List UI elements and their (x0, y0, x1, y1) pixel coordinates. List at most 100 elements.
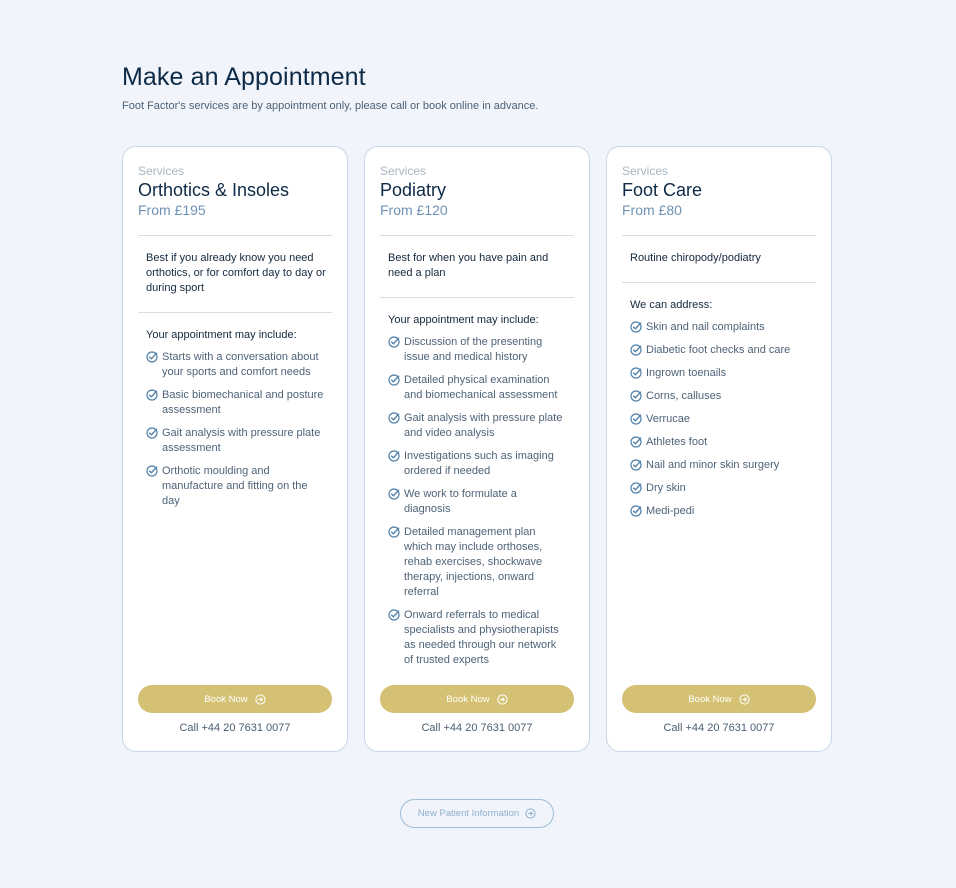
list-item: Dry skin (630, 481, 808, 496)
check-circle-icon (630, 459, 642, 471)
check-circle-icon (388, 526, 400, 538)
list-heading: Your appointment may include: (388, 314, 539, 326)
book-now-label: Book Now (204, 693, 248, 705)
check-circle-icon (388, 336, 400, 348)
check-circle-icon (388, 450, 400, 462)
check-circle-icon (630, 482, 642, 494)
list-item: Verrucae (630, 412, 808, 427)
list-item: Gait analysis with pressure plate and vi… (388, 411, 566, 441)
arrow-right-circle-icon (739, 693, 750, 705)
list-item-text: Medi-pedi (646, 505, 695, 517)
list-item-text: Verrucae (646, 413, 691, 425)
list-item-text: Gait analysis with pressure plate and vi… (404, 412, 563, 439)
list-item: Diabetic foot checks and care (630, 343, 808, 358)
list-item: Detailed management plan which may inclu… (388, 525, 566, 600)
service-card-foot-care: Services Foot Care From £80 Routine chir… (606, 146, 832, 752)
check-circle-icon (146, 351, 158, 363)
check-circle-icon (630, 367, 642, 379)
list-item: We work to formulate a diagnosis (388, 487, 566, 517)
list-item-text: Gait analysis with pressure plate assess… (162, 427, 321, 454)
list-item: Gait analysis with pressure plate assess… (146, 426, 324, 456)
list-item-text: Starts with a conversation about your sp… (162, 351, 319, 378)
book-now-label: Book Now (446, 693, 490, 705)
list-item-text: Detailed management plan which may inclu… (404, 526, 543, 598)
check-circle-icon (630, 413, 642, 425)
feature-list: Discussion of the presenting issue and m… (388, 335, 566, 668)
card-title: Podiatry (380, 180, 447, 200)
list-item-text: Ingrown toenails (646, 367, 727, 379)
divider (138, 312, 332, 313)
list-item-text: Nail and minor skin surgery (646, 459, 780, 471)
service-card-podiatry: Services Podiatry From £120 Best for whe… (364, 146, 590, 752)
divider (380, 297, 574, 298)
check-circle-icon (630, 436, 642, 448)
book-now-button[interactable]: Book Now (622, 685, 816, 713)
list-item-text: Onward referrals to medical specialists … (404, 609, 559, 666)
book-now-button[interactable]: Book Now (138, 685, 332, 713)
list-item-text: Corns, calluses (646, 390, 722, 402)
list-item-text: Skin and nail complaints (646, 321, 765, 333)
list-item: Skin and nail complaints (630, 320, 808, 335)
list-heading: We can address: (630, 299, 713, 311)
list-item: Onward referrals to medical specialists … (388, 608, 566, 668)
card-price: From £120 (380, 202, 448, 218)
check-circle-icon (388, 488, 400, 500)
list-item-text: We work to formulate a diagnosis (404, 488, 517, 515)
check-circle-icon (146, 389, 158, 401)
list-heading: Your appointment may include: (146, 329, 297, 341)
feature-list: Starts with a conversation about your sp… (146, 350, 324, 509)
check-circle-icon (630, 321, 642, 333)
card-title: Orthotics & Insoles (138, 180, 290, 200)
card-price: From £80 (622, 202, 682, 218)
card-title: Foot Care (622, 180, 703, 200)
card-eyebrow: Services (380, 164, 427, 178)
divider (138, 235, 332, 236)
list-item: Investigations such as imaging ordered i… (388, 449, 566, 479)
list-item: Basic biomechanical and posture assessme… (146, 388, 324, 418)
check-circle-icon (630, 344, 642, 356)
divider (380, 235, 574, 236)
card-description: Best if you already know you need orthot… (146, 252, 326, 294)
new-patient-info-button[interactable]: New Patient Information (400, 799, 554, 828)
list-item-text: Athletes foot (646, 436, 708, 448)
card-description: Best for when you have pain and need a p… (388, 252, 549, 279)
feature-list: Skin and nail complaints Diabetic foot ch… (630, 320, 808, 519)
arrow-right-circle-icon (497, 693, 508, 705)
list-item: Nail and minor skin surgery (630, 458, 808, 473)
check-circle-icon (146, 465, 158, 477)
arrow-right-circle-icon (525, 808, 536, 819)
new-patient-info-label: New Patient Information (417, 808, 520, 819)
page-subtitle: Foot Factor's services are by appointmen… (122, 100, 539, 112)
card-eyebrow: Services (138, 164, 185, 178)
list-item: Orthotic moulding and manufacture and fi… (146, 464, 324, 509)
card-eyebrow: Services (622, 164, 669, 178)
divider (622, 282, 816, 283)
list-item-text: Discussion of the presenting issue and m… (404, 336, 543, 363)
card-price: From £195 (138, 202, 206, 218)
card-description: Routine chiropody/podiatry (630, 252, 761, 264)
book-now-button[interactable]: Book Now (380, 685, 574, 713)
call-phone-link[interactable]: Call +44 20 7631 0077 (380, 722, 574, 734)
list-item: Detailed physical examination and biomec… (388, 373, 566, 403)
list-item: Athletes foot (630, 435, 808, 450)
list-item-text: Basic biomechanical and posture assessme… (162, 389, 324, 416)
list-item: Ingrown toenails (630, 366, 808, 381)
page-title: Make an Appointment (122, 63, 366, 91)
list-item-text: Orthotic moulding and manufacture and fi… (162, 465, 308, 507)
divider (622, 235, 816, 236)
call-phone-link[interactable]: Call +44 20 7631 0077 (138, 722, 332, 734)
appointment-page: Make an Appointment Foot Factor's servic… (0, 0, 956, 888)
check-circle-icon (146, 427, 158, 439)
list-item-text: Investigations such as imaging ordered i… (404, 450, 554, 477)
list-item: Corns, calluses (630, 389, 808, 404)
check-circle-icon (388, 374, 400, 386)
check-circle-icon (630, 390, 642, 402)
book-now-label: Book Now (688, 693, 732, 705)
call-phone-link[interactable]: Call +44 20 7631 0077 (622, 722, 816, 734)
service-card-orthotics: Services Orthotics & Insoles From £195 B… (122, 146, 348, 752)
list-item-text: Diabetic foot checks and care (646, 344, 791, 356)
list-item: Medi-pedi (630, 504, 808, 519)
list-item: Discussion of the presenting issue and m… (388, 335, 566, 365)
check-circle-icon (630, 505, 642, 517)
list-item-text: Dry skin (646, 482, 686, 494)
